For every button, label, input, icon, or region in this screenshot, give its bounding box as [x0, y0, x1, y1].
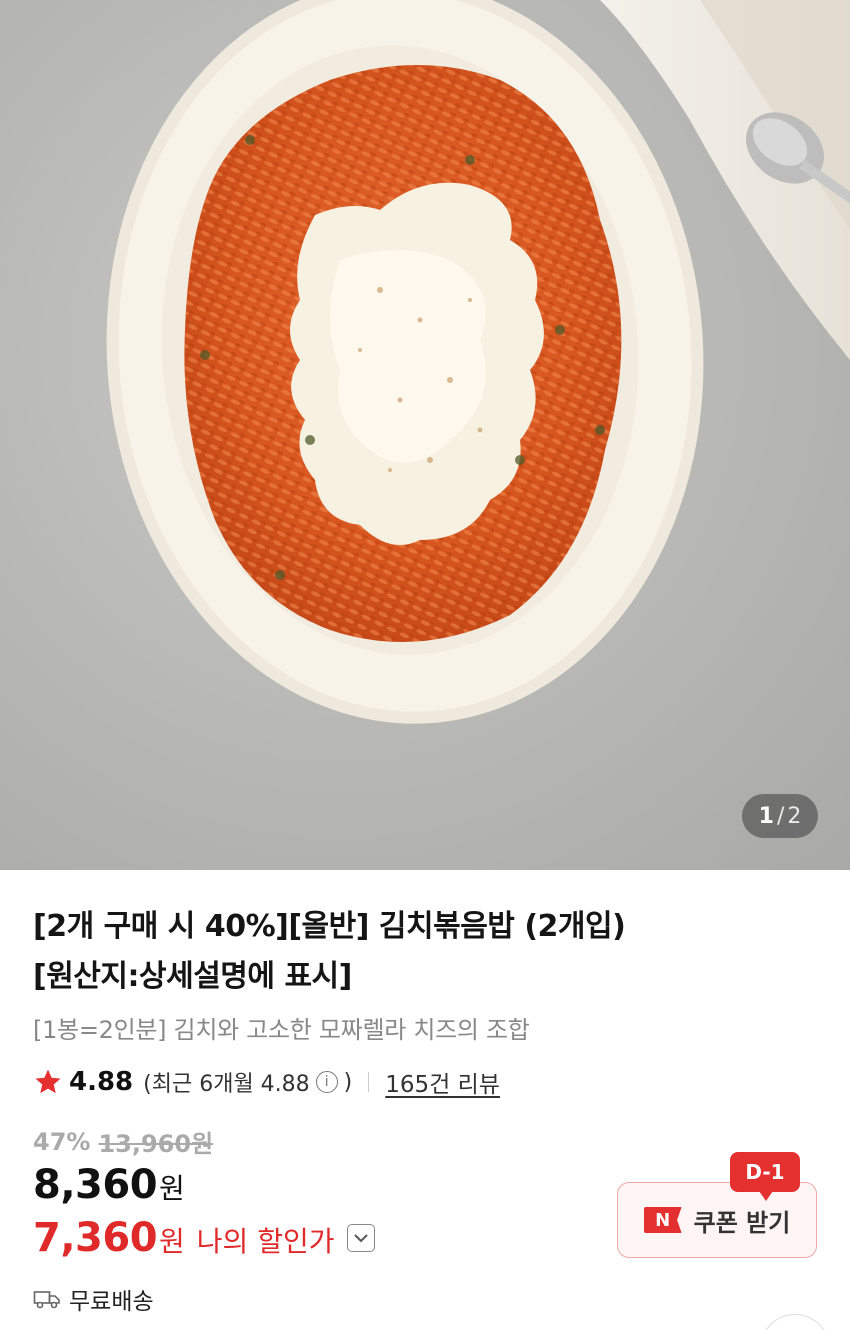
product-title: [2개 구매 시 40%][올반] 김치볶음밥 (2개입) [원산지:상세설명에…: [33, 902, 733, 1002]
chevron-down-icon[interactable]: [346, 1224, 375, 1252]
rating-recent-text: (최근 6개월 4.88: [143, 1072, 310, 1097]
product-title-line2: [원산지:상세설명에 표시]: [33, 959, 352, 994]
star-icon: [35, 1069, 61, 1094]
product-image-gallery[interactable]: 1 / 2: [0, 0, 850, 870]
shipping-row: 무료배송: [33, 1282, 154, 1316]
my-discount-price-label: 나의 할인가: [196, 1225, 335, 1258]
discount-row: 47% 13,960원: [33, 1124, 213, 1159]
rating-recent: (최근 6개월 4.88 i ): [143, 1066, 352, 1098]
product-photo: [106, 0, 850, 724]
sale-price-row: 8,360 원: [33, 1162, 185, 1208]
sale-price-unit: 원: [159, 1172, 185, 1205]
rating-row: 4.88 (최근 6개월 4.88 i ) 165건 리뷰: [33, 1064, 500, 1100]
my-discount-price-unit: 원: [159, 1225, 185, 1258]
rating-recent-close: ): [343, 1069, 353, 1095]
naver-n-icon: N: [643, 1207, 682, 1233]
original-price: 13,960원: [98, 1130, 214, 1158]
my-discount-price-row[interactable]: 7,360 원 나의 할인가: [33, 1215, 375, 1261]
product-title-line1: [2개 구매 시 40%][올반] 김치볶음밥 (2개입): [33, 909, 626, 944]
divider: [368, 1072, 370, 1092]
floating-button[interactable]: [760, 1314, 830, 1330]
my-discount-price: 7,360: [33, 1215, 158, 1261]
gallery-page-separator: /: [776, 803, 785, 829]
gallery-total-pages: 2: [787, 803, 802, 829]
shipping-label: 무료배송: [69, 1289, 154, 1315]
discount-rate: 47%: [33, 1127, 91, 1156]
gallery-page-indicator: 1 / 2: [742, 794, 818, 838]
product-subtitle: [1봉=2인분] 김치와 고소한 모짜렐라 치즈의 조합: [33, 1016, 530, 1044]
review-count-link[interactable]: 165건 리뷰: [385, 1065, 500, 1099]
get-coupon-button[interactable]: N 쿠폰 받기: [617, 1182, 817, 1258]
sale-price: 8,360: [33, 1162, 158, 1208]
truck-icon: [33, 1291, 60, 1309]
gallery-current-page: 1: [758, 803, 774, 829]
info-icon[interactable]: i: [315, 1071, 338, 1093]
coupon-label: 쿠폰 받기: [693, 1208, 791, 1237]
dday-badge: D-1: [730, 1152, 800, 1201]
rating-score: 4.88: [69, 1067, 134, 1097]
